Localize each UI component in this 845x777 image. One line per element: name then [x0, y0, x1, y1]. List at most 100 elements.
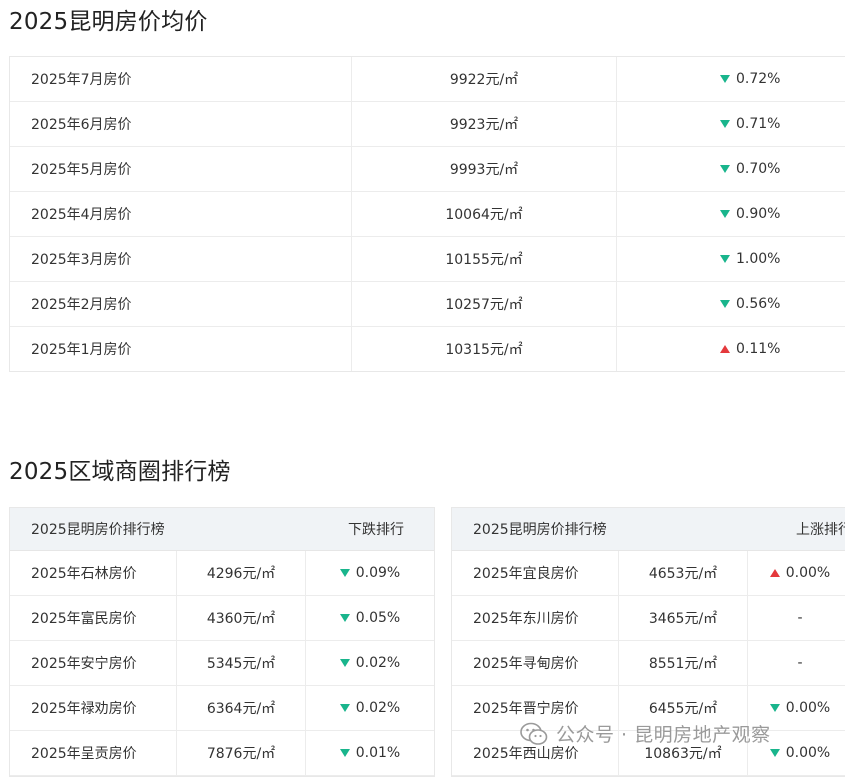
month-price: 9922元/㎡	[352, 57, 617, 101]
change-value: 0.00%	[785, 700, 831, 716]
month-label: 2025年7月房价	[10, 57, 352, 101]
month-label: 2025年1月房价	[10, 327, 352, 371]
down-arrow-icon	[720, 75, 730, 83]
district-name: 2025年禄劝房价	[10, 686, 177, 730]
district-change: 0.00%	[748, 551, 845, 595]
month-price: 10315元/㎡	[352, 327, 617, 371]
change-value: 1.00%	[736, 251, 781, 267]
month-change: 0.11%	[617, 327, 845, 371]
change-value: 0.05%	[355, 610, 401, 626]
month-price: 10257元/㎡	[352, 282, 617, 326]
district-change: 0.05%	[306, 596, 434, 640]
down-arrow-icon	[769, 704, 780, 712]
district-name: 2025年呈贡房价	[10, 731, 177, 775]
monthly-price-title: 2025昆明房价均价	[9, 9, 208, 35]
change-value: 0.00%	[785, 565, 831, 581]
district-change: 0.02%	[306, 686, 434, 730]
table-row: 2025年2月房价 10257元/㎡ 0.56%	[10, 282, 845, 327]
table-row: 2025年3月房价 10155元/㎡ 1.00%	[10, 237, 845, 282]
district-price: 4653元/㎡	[619, 551, 748, 595]
month-label: 2025年6月房价	[10, 102, 352, 146]
down-arrow-icon	[339, 659, 350, 667]
change-value: -	[797, 610, 803, 626]
district-price: 5345元/㎡	[177, 641, 306, 685]
table-row: 2025年6月房价 9923元/㎡ 0.71%	[10, 102, 845, 147]
district-name: 2025年安宁房价	[10, 641, 177, 685]
month-label: 2025年4月房价	[10, 192, 352, 236]
change-value: 0.71%	[736, 116, 781, 132]
down-arrow-icon	[720, 165, 730, 173]
district-change: 0.09%	[306, 551, 434, 595]
month-change: 0.72%	[617, 57, 845, 101]
month-price: 10064元/㎡	[352, 192, 617, 236]
down-arrow-icon	[339, 749, 350, 757]
down-arrow-icon	[720, 255, 730, 263]
table-row: 2025年石林房价 4296元/㎡ 0.09%	[10, 551, 434, 596]
month-price: 9993元/㎡	[352, 147, 617, 191]
month-price: 10155元/㎡	[352, 237, 617, 281]
month-label: 2025年2月房价	[10, 282, 352, 326]
district-price: 7876元/㎡	[177, 731, 306, 775]
change-value: 0.56%	[736, 296, 781, 312]
table-row: 2025年禄劝房价 6364元/㎡ 0.02%	[10, 686, 434, 731]
change-value: -	[797, 655, 803, 671]
table-header: 2025昆明房价排行榜 下跌排行	[10, 508, 434, 551]
month-change: 0.71%	[617, 102, 845, 146]
ranking-title: 2025区域商圈排行榜	[9, 459, 231, 485]
district-change: 0.02%	[306, 641, 434, 685]
change-value: 0.90%	[736, 206, 781, 222]
month-price: 9923元/㎡	[352, 102, 617, 146]
month-label: 2025年3月房价	[10, 237, 352, 281]
table-row: 2025年1月房价 10315元/㎡ 0.11%	[10, 327, 845, 371]
table-row: 2025年7月房价 9922元/㎡ 0.72%	[10, 57, 845, 102]
table-row: 2025年富民房价 4360元/㎡ 0.05%	[10, 596, 434, 641]
change-value: 0.02%	[355, 700, 401, 716]
watermark-text: 公众号 · 昆明房地产观察	[556, 724, 771, 746]
table-row: 2025年安宁房价 5345元/㎡ 0.02%	[10, 641, 434, 686]
down-arrow-icon	[720, 120, 730, 128]
district-price: 6364元/㎡	[177, 686, 306, 730]
table-row: 2025年东川房价 3465元/㎡ -	[452, 596, 845, 641]
down-arrow-icon	[339, 569, 350, 577]
down-arrow-icon	[720, 210, 730, 218]
month-change: 0.56%	[617, 282, 845, 326]
district-change: -	[748, 641, 845, 685]
district-name: 2025年寻甸房价	[452, 641, 619, 685]
up-arrow-icon	[720, 345, 730, 353]
change-value: 0.00%	[785, 745, 831, 761]
wechat-icon	[520, 722, 548, 745]
table-row: 2025年4月房价 10064元/㎡ 0.90%	[10, 192, 845, 237]
district-price: 4360元/㎡	[177, 596, 306, 640]
month-change: 0.90%	[617, 192, 845, 236]
month-change: 0.70%	[617, 147, 845, 191]
down-arrow-icon	[339, 704, 350, 712]
sort-rise-tab[interactable]: 上涨排行	[796, 508, 845, 550]
table-row: 2025年宜良房价 4653元/㎡ 0.00%	[452, 551, 845, 596]
district-name: 2025年宜良房价	[452, 551, 619, 595]
up-arrow-icon	[769, 569, 780, 577]
sort-decline-tab[interactable]: 下跌排行	[348, 508, 434, 550]
table-row: 2025年5月房价 9993元/㎡ 0.70%	[10, 147, 845, 192]
table-row: 2025年寻甸房价 8551元/㎡ -	[452, 641, 845, 686]
decline-ranking-table: 2025昆明房价排行榜 下跌排行 2025年石林房价 4296元/㎡ 0.09%…	[9, 507, 435, 777]
change-value: 0.09%	[355, 565, 401, 581]
change-value: 0.11%	[736, 341, 781, 357]
down-arrow-icon	[339, 614, 350, 622]
district-price: 8551元/㎡	[619, 641, 748, 685]
district-price: 3465元/㎡	[619, 596, 748, 640]
change-value: 0.72%	[736, 71, 781, 87]
district-name: 2025年东川房价	[452, 596, 619, 640]
watermark: 公众号 · 昆明房地产观察	[520, 720, 771, 747]
district-name: 2025年石林房价	[10, 551, 177, 595]
change-value: 0.01%	[355, 745, 401, 761]
table-row: 2025年呈贡房价 7876元/㎡ 0.01%	[10, 731, 434, 776]
month-change: 1.00%	[617, 237, 845, 281]
header-title: 2025昆明房价排行榜	[31, 522, 165, 538]
month-label: 2025年5月房价	[10, 147, 352, 191]
change-value: 0.70%	[736, 161, 781, 177]
down-arrow-icon	[769, 749, 780, 757]
header-title: 2025昆明房价排行榜	[473, 522, 607, 538]
district-change: -	[748, 596, 845, 640]
district-price: 4296元/㎡	[177, 551, 306, 595]
change-value: 0.02%	[355, 655, 401, 671]
